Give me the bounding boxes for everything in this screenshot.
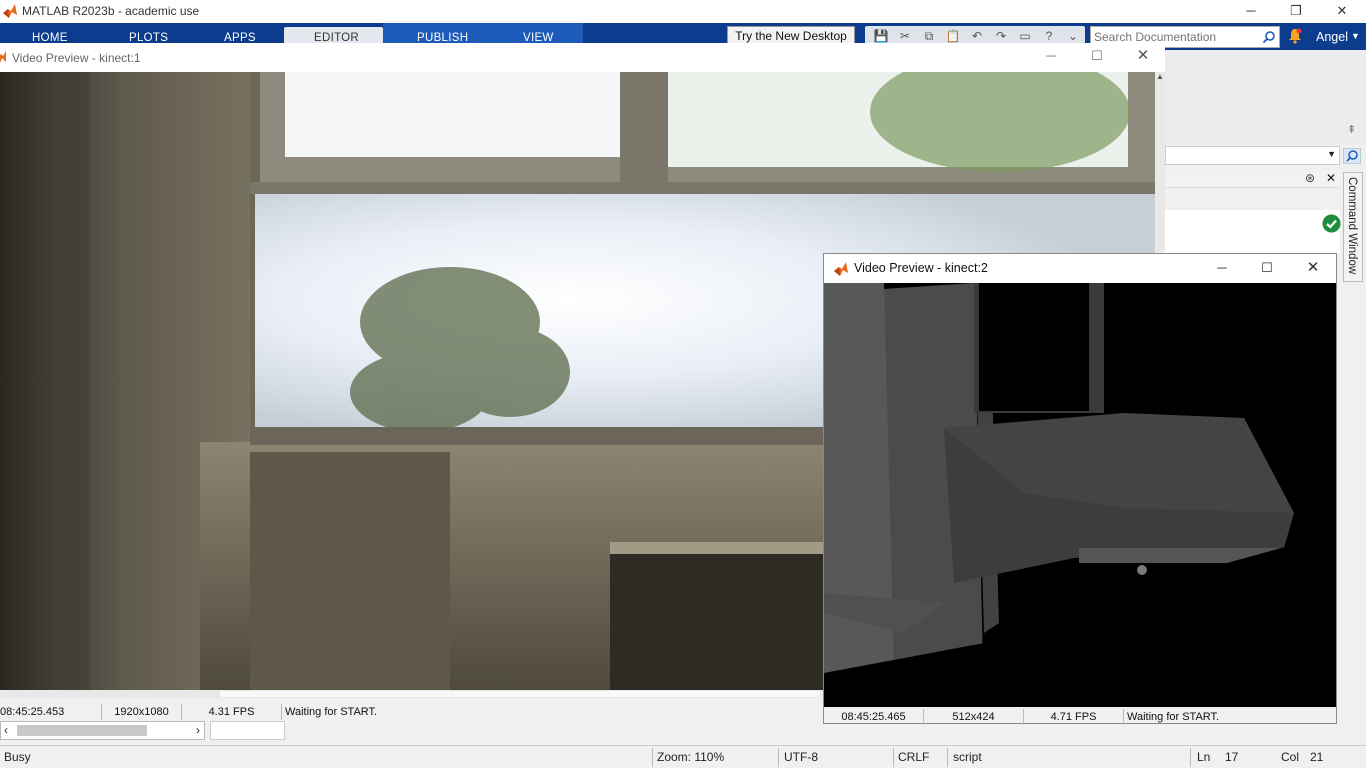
current-folder-combo[interactable]: ▼ <box>1165 146 1340 165</box>
preview-2-title-bar: Video Preview - kinect:2 ─ ☐ ✕ <box>824 254 1336 283</box>
preview-2-depth-frame <box>824 283 1336 707</box>
panel-actions-icon[interactable]: ⊛ <box>1305 171 1315 185</box>
switch-windows-icon[interactable]: ▭ <box>1017 28 1033 44</box>
panel-header: ⊛ ✕ <box>1165 170 1340 188</box>
preview-2-status-bar: 08:45:25.465 512x424 4.71 FPS Waiting fo… <box>824 709 1336 725</box>
preview-2-resolution: 512x424 <box>924 709 1024 725</box>
preview-2-minimize-button[interactable]: ─ <box>1199 257 1245 280</box>
column-label: Col <box>1281 750 1300 764</box>
redo-icon[interactable]: ↷ <box>993 28 1009 44</box>
undo-icon[interactable]: ↶ <box>969 28 985 44</box>
preview-1-status-text: Waiting for START. <box>285 706 378 718</box>
preview-2-close-button[interactable]: ✕ <box>1290 257 1336 280</box>
help-icon[interactable]: ? <box>1041 28 1057 44</box>
matlab-logo-icon <box>0 51 6 63</box>
preview-1-vertical-scrollbar[interactable]: ▲ <box>1155 72 1165 252</box>
matlab-title-bar: MATLAB R2023b - academic use ─ ❐ ✕ <box>0 0 1366 23</box>
matlab-logo-icon <box>3 4 17 18</box>
column-number: 21 <box>1310 750 1324 764</box>
cut-icon[interactable]: ✂ <box>897 28 913 44</box>
panel-close-icon[interactable]: ✕ <box>1326 171 1336 185</box>
minimize-button[interactable]: ─ <box>1228 0 1274 23</box>
busy-status: Busy <box>4 750 31 764</box>
save-icon[interactable]: 💾 <box>873 28 889 44</box>
preview-2-timestamp: 08:45:25.465 <box>824 709 924 725</box>
user-menu-chevron-icon[interactable]: ▼ <box>1351 31 1360 41</box>
preview-1-maximize-button[interactable]: ☐ <box>1074 45 1120 68</box>
video-preview-window-2: Video Preview - kinect:2 ─ ☐ ✕ 08:45:25.… <box>823 253 1337 725</box>
editor-split-area <box>210 721 285 740</box>
preview-2-fps: 4.71 FPS <box>1024 709 1124 725</box>
panel-content <box>1165 210 1340 254</box>
window-title: MATLAB R2023b - academic use <box>22 4 200 18</box>
preview-1-close-button[interactable]: ✕ <box>1120 45 1166 68</box>
preview-1-resolution: 1920x1080 <box>102 704 182 720</box>
copy-icon[interactable]: ⧉ <box>921 28 937 44</box>
customize-toolbar-icon[interactable]: ⌄ <box>1065 28 1081 44</box>
encoding[interactable]: UTF-8 <box>784 750 818 764</box>
browse-folder-icon[interactable] <box>1343 148 1361 164</box>
chevron-down-icon: ▼ <box>1327 149 1336 159</box>
preview-1-timestamp: 08:45:25.453 <box>0 704 102 720</box>
line-ending[interactable]: CRLF <box>898 750 929 764</box>
close-button[interactable]: ✕ <box>1319 0 1365 23</box>
command-window-label: Command Window <box>1346 177 1358 275</box>
preview-1-title-bar: Video Preview - kinect:1 ─ ☐ ✕ <box>0 43 1165 72</box>
notification-bell-icon[interactable] <box>1287 28 1303 44</box>
preview-1-title: Video Preview - kinect:1 <box>12 51 141 65</box>
zoom-level[interactable]: Zoom: 110% <box>657 750 724 764</box>
paste-icon[interactable]: 📋 <box>945 28 961 44</box>
preview-1-minimize-button[interactable]: ─ <box>1028 45 1074 68</box>
scroll-left-icon[interactable]: ‹ <box>4 723 8 737</box>
matlab-logo-icon <box>834 262 848 276</box>
file-type[interactable]: script <box>953 750 982 764</box>
editor-horizontal-scrollbar[interactable]: ‹ › <box>0 721 205 740</box>
command-window-tab[interactable]: Command Window <box>1343 172 1363 282</box>
scroll-thumb[interactable] <box>220 691 820 697</box>
preview-1-fps: 4.31 FPS <box>182 704 282 720</box>
code-analyzer-ok-icon[interactable] <box>1322 214 1341 233</box>
preview-2-title: Video Preview - kinect:2 <box>854 261 988 275</box>
scroll-right-icon[interactable]: › <box>196 723 200 737</box>
preview-2-maximize-button[interactable]: ☐ <box>1244 257 1290 280</box>
scroll-up-icon[interactable]: ▲ <box>1156 72 1164 81</box>
scroll-thumb[interactable] <box>17 725 147 736</box>
user-menu[interactable]: Angel <box>1316 30 1348 44</box>
status-bar: Busy Zoom: 110% UTF-8 CRLF script Ln 17 … <box>0 745 1366 768</box>
restore-button[interactable]: ❐ <box>1273 0 1319 23</box>
line-label: Ln <box>1197 750 1211 764</box>
search-icon[interactable] <box>1262 30 1276 44</box>
line-number: 17 <box>1225 750 1239 764</box>
preview-2-status-text: Waiting for START. <box>1127 711 1220 723</box>
collapse-toolstrip-icon[interactable]: ⇞ <box>1347 123 1356 136</box>
